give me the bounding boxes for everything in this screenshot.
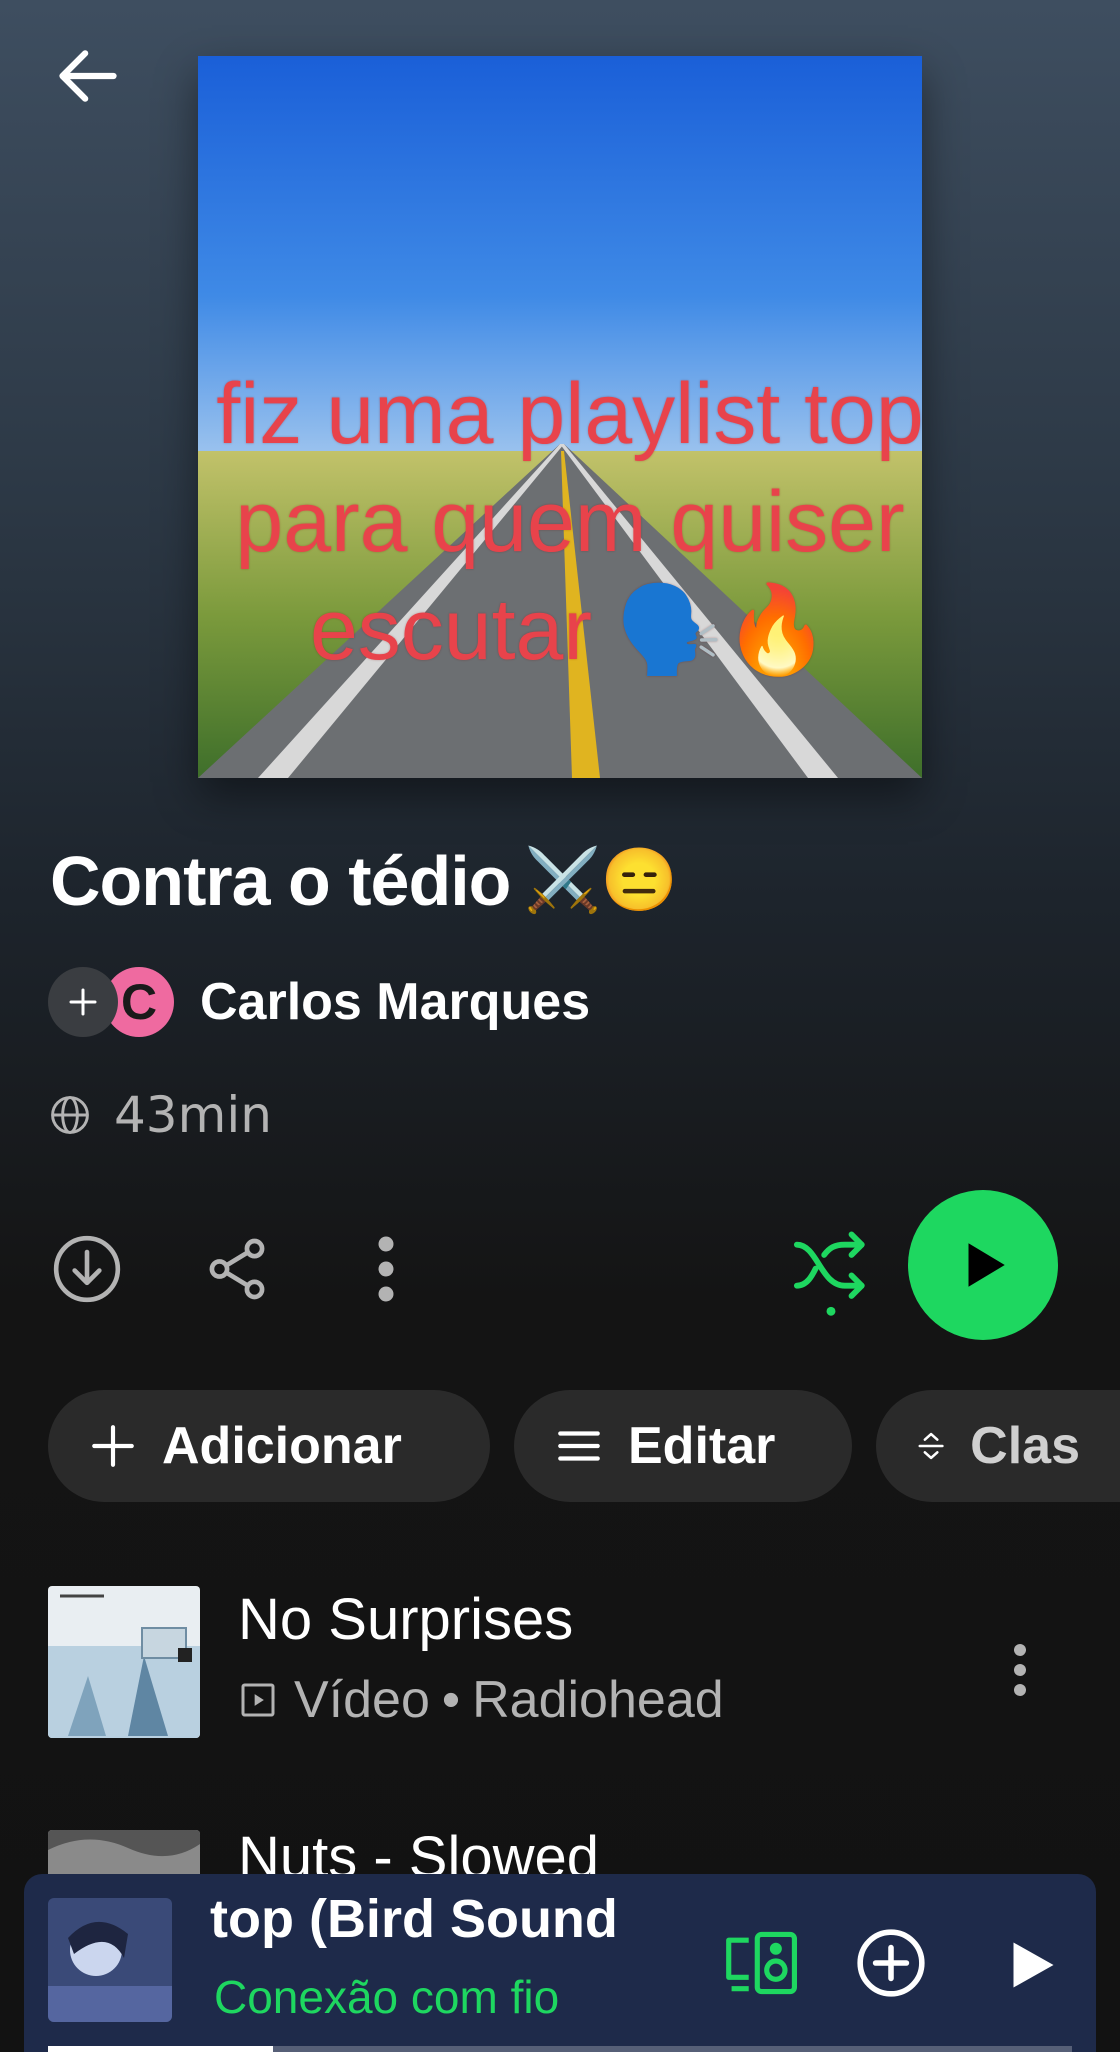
more-vertical-icon	[378, 1236, 394, 1302]
playback-progress-fill	[48, 2046, 274, 2052]
chip-label: Editar	[628, 1417, 776, 1475]
plus-circle-icon	[857, 1929, 925, 1997]
play-icon	[1013, 1942, 1054, 1988]
chip-label: Clas	[970, 1417, 1080, 1475]
plus-icon	[69, 988, 97, 1016]
owner-name[interactable]: Carlos Marques	[200, 972, 590, 1032]
playlist-title: Contra o tédio ⚔️😑	[50, 836, 678, 926]
cover-caption: fiz uma playlist top para quem quiser es…	[130, 360, 1010, 684]
owner-row: C Carlos Marques	[48, 964, 590, 1040]
video-icon	[241, 1683, 275, 1717]
track-row[interactable]: No Surprises Vídeo • Radiohead	[48, 1586, 1078, 1746]
add-to-library-button[interactable]	[846, 1918, 936, 2008]
share-icon	[209, 1238, 265, 1300]
title-emojis: ⚔️😑	[524, 846, 677, 915]
play-button[interactable]	[908, 1190, 1058, 1340]
track-type: Vídeo	[294, 1671, 430, 1729]
globe-icon	[51, 1096, 89, 1134]
chip-label: Adicionar	[162, 1417, 402, 1475]
playlist-meta: 43min	[48, 1080, 272, 1150]
connect-device-button[interactable]	[718, 1918, 808, 2008]
mini-player-status: Conexão com fio	[214, 1971, 560, 2023]
playlist-title-text: Contra o tédio	[50, 842, 511, 920]
edit-chip[interactable]: Editar	[514, 1390, 852, 1502]
playback-progress[interactable]	[48, 2046, 1072, 2052]
download-button[interactable]	[46, 1228, 128, 1310]
shuffle-button[interactable]	[784, 1222, 878, 1322]
shuffle-icon	[793, 1231, 865, 1316]
caption-line: escutar 🗣️🔥	[309, 582, 831, 678]
mini-player-play-button[interactable]	[986, 1920, 1076, 2010]
share-button[interactable]	[196, 1228, 278, 1310]
track-more-button[interactable]	[990, 1630, 1050, 1710]
list-icon	[558, 1431, 600, 1461]
speaker-devices-icon	[726, 1931, 797, 1995]
more-options-button[interactable]	[346, 1228, 426, 1310]
more-vertical-icon	[1014, 1644, 1026, 1696]
sort-icon	[918, 1432, 944, 1460]
arrow-left-icon	[59, 50, 117, 102]
mini-player-title: top (Bird Sound	[210, 1889, 618, 1949]
track-title: No Surprises	[238, 1587, 574, 1652]
caption-line: para quem quiser	[235, 474, 905, 570]
separator: •	[441, 1671, 461, 1729]
mini-player[interactable]: top (Bird Sound Conexão com fio	[24, 1874, 1096, 2052]
track-thumbnail	[48, 1586, 200, 1738]
play-icon	[968, 1243, 1005, 1287]
add-chip[interactable]: Adicionar	[48, 1390, 490, 1502]
back-button[interactable]	[40, 28, 136, 124]
playlist-duration: 43min	[114, 1086, 272, 1144]
track-artist: Radiohead	[472, 1671, 724, 1729]
download-circle-icon	[53, 1235, 121, 1303]
track-subtitle: Vídeo • Radiohead	[238, 1670, 724, 1730]
add-collaborator-button[interactable]	[48, 967, 118, 1037]
sort-chip[interactable]: Clas	[876, 1390, 1120, 1502]
mini-player-thumbnail	[48, 1898, 172, 2022]
caption-line: fiz uma playlist top	[216, 366, 924, 462]
plus-icon	[92, 1425, 134, 1467]
